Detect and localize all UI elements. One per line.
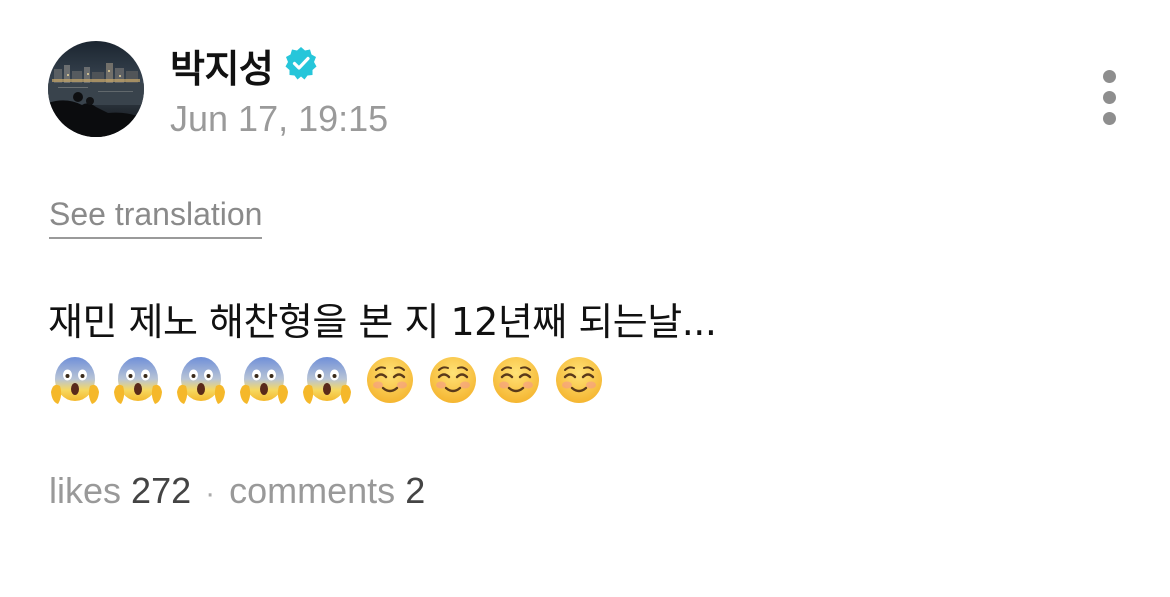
avatar-photo: [48, 41, 144, 137]
face-screaming-in-fear-icon: [177, 357, 225, 404]
more-vertical-icon-dot: [1103, 112, 1116, 125]
stats-separator: ·: [205, 477, 216, 510]
smiling-face-icon: [493, 357, 539, 403]
comments-link[interactable]: comments 2: [229, 470, 425, 511]
likes-count: 272: [131, 470, 192, 511]
smiling-face-icon: [556, 357, 602, 403]
post-body-text: 재민 제노 해찬형을 본 지 12년째 되는날...: [48, 300, 717, 344]
author-name[interactable]: 박지성: [170, 38, 274, 93]
avatar[interactable]: [48, 41, 144, 137]
comments-label: comments: [229, 470, 396, 511]
smiling-face-icon: [430, 357, 476, 403]
see-translation-link[interactable]: See translation: [49, 196, 263, 239]
likes-label: likes: [49, 470, 122, 511]
verified-badge-icon: [285, 47, 317, 80]
post-card: 박지성 Jun 17, 19:15 See translation 재민 제노 …: [0, 0, 1170, 597]
likes-link[interactable]: likes 272: [49, 470, 191, 511]
face-screaming-in-fear-icon: [51, 357, 99, 404]
face-screaming-in-fear-icon: [240, 357, 288, 404]
smiling-face-icon: [367, 357, 413, 403]
post-timestamp: Jun 17, 19:15: [170, 98, 389, 139]
emoji-row: [49, 354, 605, 408]
more-vertical-icon-dot: [1103, 91, 1116, 104]
post-stats: likes 272 · comments 2: [49, 470, 425, 512]
face-screaming-in-fear-icon: [303, 357, 351, 404]
more-vertical-icon: [1103, 70, 1116, 83]
face-screaming-in-fear-icon: [114, 357, 162, 404]
more-options-button[interactable]: [1090, 66, 1130, 128]
comments-count: 2: [405, 470, 426, 511]
